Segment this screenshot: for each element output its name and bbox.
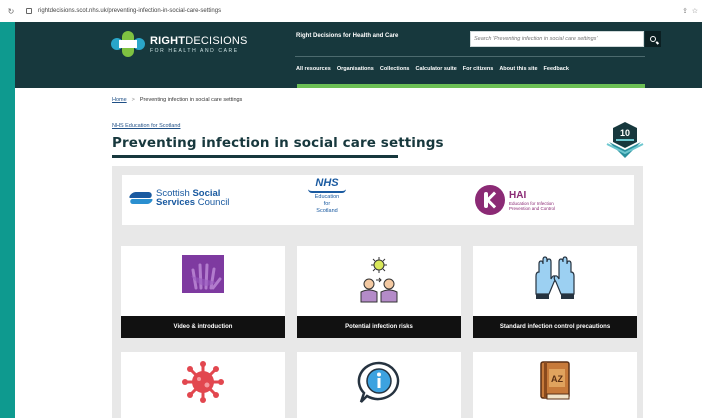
ssc-swirl-icon xyxy=(128,190,154,206)
badge-10-icon: 10 xyxy=(606,122,644,158)
lock-icon xyxy=(26,8,32,14)
gloves-icon xyxy=(535,256,575,299)
nav-all-resources[interactable]: All resources xyxy=(296,66,331,72)
site-title: Right Decisions for Health and Care xyxy=(296,33,399,39)
breadcrumb-current: Preventing infection in social care sett… xyxy=(139,97,243,103)
badge-number: 10 xyxy=(620,128,630,138)
logo-tagline: FOR HEALTH AND CARE xyxy=(150,47,239,54)
nav-about-this-site[interactable]: About this site xyxy=(499,66,537,72)
web-page: RIGHTDECISIONS FOR HEALTH AND CARE Right… xyxy=(15,22,702,418)
breadcrumb: Home > Preventing infection in social ca… xyxy=(112,97,242,103)
right-decisions-logo[interactable]: RIGHTDECISIONS FOR HEALTH AND CARE xyxy=(111,31,251,57)
reload-icon[interactable]: ↻ xyxy=(6,7,16,16)
card-label: Video & introduction xyxy=(121,316,285,338)
share-icon[interactable]: ⇪ xyxy=(682,7,688,15)
search-input[interactable] xyxy=(471,32,629,46)
header-divider xyxy=(295,56,645,57)
people-virus-icon xyxy=(360,257,398,303)
nav-feedback[interactable]: Feedback xyxy=(544,66,569,72)
nav-organisations[interactable]: Organisations xyxy=(337,66,374,72)
breadcrumb-separator: > xyxy=(131,97,135,103)
site-header: RIGHTDECISIONS FOR HEALTH AND CARE Right… xyxy=(15,22,702,88)
url-text[interactable]: rightdecisions.scot.nhs.uk/preventing-in… xyxy=(38,8,221,14)
organisation-link[interactable]: NHS Education for Scotland xyxy=(112,123,180,129)
nav-accent-bar xyxy=(297,84,645,88)
nav-for-citizens[interactable]: For citizens xyxy=(463,66,494,72)
nhs-education-scotland-logo[interactable]: NHS Education for Scotland xyxy=(305,177,349,214)
card-label: Standard infection control precautions xyxy=(473,316,637,338)
logo-name: RIGHTDECISIONS xyxy=(150,34,248,47)
az-book-icon: AZ xyxy=(540,361,570,400)
bookmark-star-icon[interactable]: ☆ xyxy=(692,7,698,15)
card-video-introduction[interactable]: Video & introduction xyxy=(121,246,285,338)
partner-logos: Scottish Social Services Council NHS Edu… xyxy=(122,175,634,225)
hand-icon xyxy=(182,255,224,293)
nav-collections[interactable]: Collections xyxy=(380,66,410,72)
scottish-social-services-council-logo[interactable]: Scottish Social Services Council xyxy=(128,189,229,207)
hai-k-icon xyxy=(475,185,505,215)
card-label: Potential infection risks xyxy=(297,316,461,338)
browser-window: ↻ rightdecisions.scot.nhs.uk/preventing-… xyxy=(0,0,702,418)
card-information[interactable] xyxy=(297,352,461,418)
svg-text:AZ: AZ xyxy=(551,374,563,384)
info-bubble-icon xyxy=(357,361,400,403)
breadcrumb-home[interactable]: Home xyxy=(112,97,127,103)
nav-calculator-suite[interactable]: Calculator suite xyxy=(416,66,457,72)
virus-icon xyxy=(182,361,224,403)
search-box xyxy=(470,31,661,47)
hai-logo[interactable]: HAI Education for Infection Prevention a… xyxy=(475,185,555,215)
card-virus[interactable] xyxy=(121,352,285,418)
search-icon xyxy=(650,36,656,42)
main-nav: All resources Organisations Collections … xyxy=(296,66,569,72)
card-potential-infection-risks[interactable]: Potential infection risks xyxy=(297,246,461,338)
search-button[interactable] xyxy=(645,31,661,47)
card-standard-infection-control[interactable]: Standard infection control precautions xyxy=(473,246,637,338)
card-glossary[interactable]: AZ xyxy=(473,352,637,418)
page-title: Preventing infection in social care sett… xyxy=(112,135,444,151)
address-bar[interactable]: ↻ rightdecisions.scot.nhs.uk/preventing-… xyxy=(0,0,702,22)
cross-logo-icon xyxy=(111,31,145,57)
nhs-wave-icon xyxy=(308,189,346,193)
title-underline xyxy=(112,155,398,158)
